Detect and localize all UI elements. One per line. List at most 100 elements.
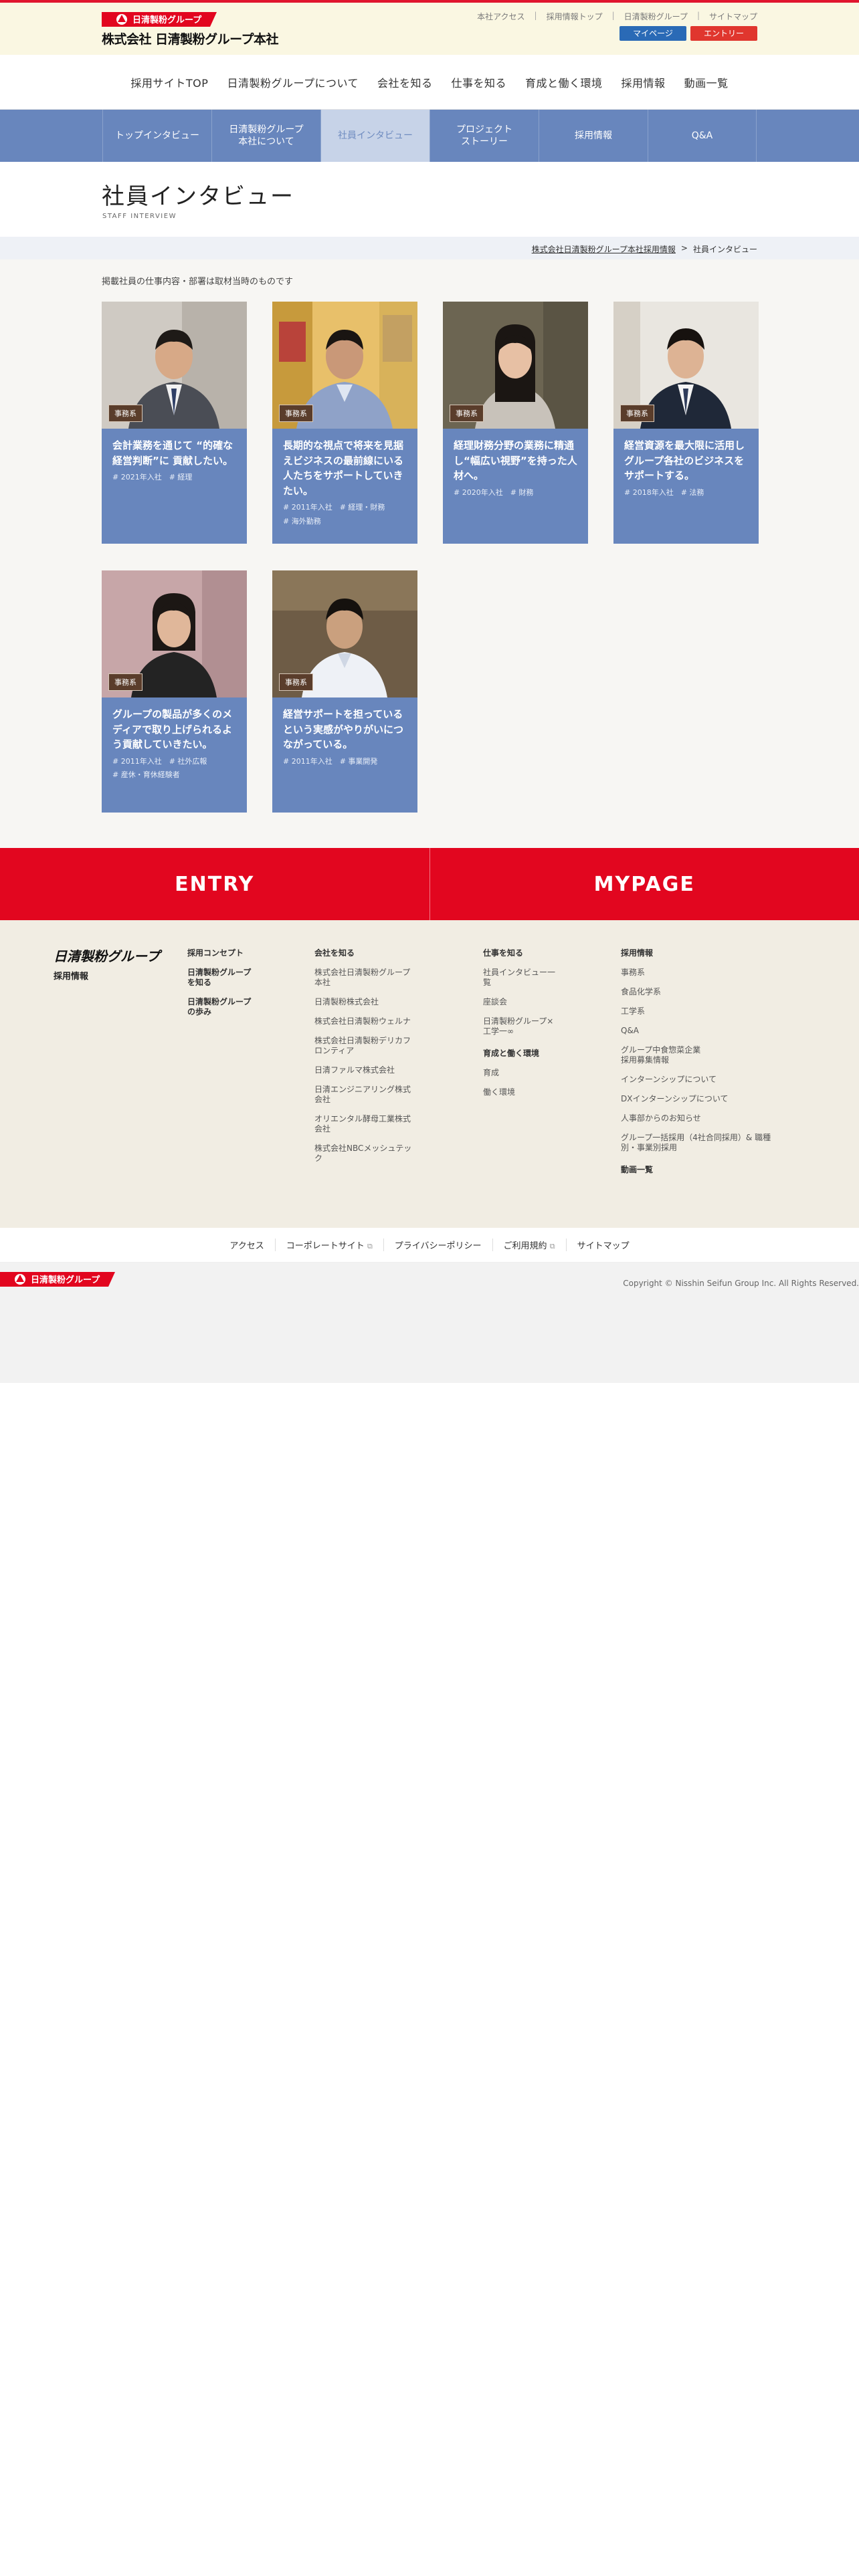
entry-banner-button[interactable]: ENTRY [0, 848, 430, 920]
copyright: Copyright © Nisshin Seifun Group Inc. Al… [623, 1279, 859, 1288]
gnav-recruit-info[interactable]: 採用情報 [612, 74, 675, 90]
group-logo-badge: 日清製粉グループ [102, 12, 217, 27]
mypage-button[interactable]: マイページ [619, 26, 686, 41]
footer-col-company: 会社を知る 株式会社日清製粉グループ 本社 日清製粉株式会社 株式会社日清製粉ウ… [314, 948, 442, 1173]
footer-link[interactable]: 日清製粉グループ× 工学一∞ [483, 1016, 597, 1037]
gnav-videos[interactable]: 動画一覧 [675, 74, 738, 90]
footer-link[interactable]: 日清製粉グループ の歩み [187, 997, 281, 1017]
footer-link[interactable]: 座談会 [483, 997, 597, 1007]
footer-link[interactable]: DXインターンシップについて [621, 1094, 808, 1104]
footer-link[interactable]: 採用コンセプト [187, 948, 281, 958]
legal-corporate-site[interactable]: コーポレートサイト ⧉ [274, 1239, 383, 1251]
gnav-work[interactable]: 仕事を知る [442, 74, 516, 90]
disclaimer-note: 掲載社員の仕事内容・部署は取材当時のものです [102, 277, 294, 287]
footer-link[interactable]: オリエンタル酵母工業株式 会社 [314, 1114, 442, 1134]
bottom-logo[interactable]: 日清製粉グループ [0, 1272, 115, 1287]
interview-card[interactable]: 事務系 グループの製品が多くのメディアで取り上げられるよう貢献していきたい。 #… [102, 570, 247, 813]
legal-access[interactable]: アクセス [219, 1239, 274, 1251]
footer-logo[interactable]: 日清製粉グループ 採用情報 [54, 946, 160, 982]
entry-button[interactable]: エントリー [690, 26, 757, 41]
legal-sitemap[interactable]: サイトマップ [565, 1239, 640, 1251]
footer-heading[interactable]: 仕事を知る [483, 948, 597, 958]
footer-link[interactable]: 事務系 [621, 968, 808, 978]
site-header: 日清製粉グループ 株式会社 日清製粉グループ本社 本社アクセス | 採用情報トップ… [0, 3, 859, 55]
subnav-qa[interactable]: Q&A [648, 110, 757, 162]
interview-card[interactable]: 事務系 長期的な視点で将来を見据えビジネスの最前線にいる人たちをサポートしていき… [272, 302, 417, 544]
footer-link[interactable]: 株式会社日清製粉グループ 本社 [314, 968, 442, 988]
footer-link[interactable]: 働く環境 [483, 1087, 597, 1097]
company-logo[interactable]: 日清製粉グループ 株式会社 日清製粉グループ本社 [102, 12, 278, 47]
footer-link[interactable]: 人事部からのお知らせ [621, 1113, 808, 1123]
breadcrumb: 株式会社日清製粉グループ本社採用情報 > 社員インタビュー [0, 237, 859, 259]
link-head-office-access[interactable]: 本社アクセス [468, 11, 534, 22]
footer-link[interactable]: Q&A [621, 1026, 808, 1036]
subnav-project-story[interactable]: プロジェクト ストーリー [430, 110, 539, 162]
card-title: 経理財務分野の業務に精通し“幅広い視野”を持った人材へ。 [454, 439, 577, 481]
footer-col-concept: 採用コンセプト 日清製粉グループ を知る 日清製粉グループ の歩み [187, 948, 281, 1027]
mypage-banner-button[interactable]: MYPAGE [430, 848, 859, 920]
subnav-about-head-office[interactable]: 日清製粉グループ 本社について [211, 110, 320, 162]
job-category-tag: 事務系 [108, 673, 142, 691]
legal-privacy-policy[interactable]: プライバシーポリシー [383, 1239, 492, 1251]
footer-link[interactable]: 株式会社NBCメッシュテッ ク [314, 1144, 442, 1164]
footer-link[interactable]: 社員インタビュー一 覧 [483, 968, 597, 988]
staff-photo: 事務系 [443, 302, 588, 429]
card-title: グループの製品が多くのメディアで取り上げられるよう貢献していきたい。 [112, 708, 233, 750]
footer-heading[interactable]: 育成と働く環境 [483, 1049, 597, 1059]
gnav-company[interactable]: 会社を知る [368, 74, 442, 90]
footer-col-recruit: 採用情報 事務系 食品化学系 工学系 Q&A グループ中食惣菜企業 採用募集情報… [621, 948, 808, 1184]
card-meta: # 2011年入社 # 事業開発 [283, 756, 378, 766]
footer-link[interactable]: インターンシップについて [621, 1075, 808, 1085]
sub-nav: トップインタビュー 日清製粉グループ 本社について 社員インタビュー プロジェク… [0, 110, 859, 162]
staff-photo: 事務系 [102, 570, 247, 697]
site-footer: 日清製粉グループ 採用情報 採用コンセプト 日清製粉グループ を知る 日清製粉グ… [0, 920, 859, 1228]
card-title: 経営サポートを担っているという実感がやりがいにつながっている。 [283, 708, 404, 750]
footer-heading[interactable]: 動画一覧 [621, 1165, 808, 1175]
footer-heading[interactable]: 採用情報 [621, 948, 808, 958]
footer-heading[interactable]: 会社を知る [314, 948, 442, 958]
card-meta: # 2021年入社 # 経理 [112, 473, 193, 481]
card-meta: # 2020年入社 # 財務 [454, 488, 534, 497]
footer-link[interactable]: 食品化学系 [621, 987, 808, 997]
footer-link[interactable]: グループ一括採用（4社合同採用）& 職種 別・事業別採用 [621, 1133, 808, 1153]
interview-card[interactable]: 事務系 経理財務分野の業務に精通し“幅広い視野”を持った人材へ。 # 2020年… [443, 302, 588, 544]
header-buttons: マイページ エントリー [619, 26, 757, 41]
footer-link[interactable]: 日清ファルマ株式会社 [314, 1065, 442, 1075]
legal-corporate-site-label: コーポレートサイト [286, 1241, 365, 1251]
company-name: 株式会社 日清製粉グループ本社 [102, 32, 278, 47]
job-category-tag: 事務系 [450, 405, 484, 422]
breadcrumb-home[interactable]: 株式会社日清製粉グループ本社採用情報 [532, 243, 676, 255]
card-title: 長期的な視点で将来を見据えビジネスの最前線にいる人たちをサポートしていきたい。 [283, 439, 404, 497]
footer-link[interactable]: グループ中食惣菜企業 採用募集情報 [621, 1045, 808, 1065]
page-title-area: 社員インタビュー STAFF INTERVIEW [0, 162, 859, 237]
gnav-training-environment[interactable]: 育成と働く環境 [516, 74, 612, 90]
card-title: 経営資源を最大限に活用しグループ各社のビジネスをサポートする。 [624, 439, 745, 481]
link-sitemap[interactable]: サイトマップ [700, 11, 757, 22]
subnav-top-interview[interactable]: トップインタビュー [102, 110, 211, 162]
footer-link[interactable]: 育成 [483, 1068, 597, 1078]
footer-logo-sub: 採用情報 [54, 972, 89, 982]
link-recruit-top[interactable]: 採用情報トップ [537, 11, 612, 22]
footer-link[interactable]: 株式会社日清製粉ウェルナ [314, 1016, 442, 1027]
footer-link[interactable]: 工学系 [621, 1006, 808, 1016]
interview-card[interactable]: 事務系 会計業務を通じて “的確な経営判断”に 貢献したい。 # 2021年入社… [102, 302, 247, 544]
card-meta: # 2011年入社 # 経理・財務 # 海外勤務 [283, 503, 385, 526]
interview-card[interactable]: 事務系 経営サポートを担っているという実感がやりがいにつながっている。 # 20… [272, 570, 417, 813]
card-meta: # 2018年入社 # 法務 [624, 488, 704, 497]
footer-link[interactable]: 日清製粉株式会社 [314, 997, 442, 1007]
breadcrumb-current: 社員インタビュー [692, 245, 757, 254]
gnav-about-group[interactable]: 日清製粉グループについて [217, 74, 368, 90]
card-title: 会計業務を通じて “的確な経営判断”に 貢献したい。 [112, 439, 233, 467]
interview-card[interactable]: 事務系 経営資源を最大限に活用しグループ各社のビジネスをサポートする。 # 20… [613, 302, 759, 544]
footer-link[interactable]: 日清エンジニアリング株式 会社 [314, 1085, 442, 1105]
footer-link[interactable]: 株式会社日清製粉デリカフ ロンティア [314, 1036, 442, 1056]
gnav-recruit-top[interactable]: 採用サイトTOP [121, 74, 217, 90]
job-category-tag: 事務系 [279, 673, 313, 691]
subnav-staff-interview[interactable]: 社員インタビュー [320, 110, 430, 162]
job-category-tag: 事務系 [108, 405, 142, 422]
link-nisshin-group[interactable]: 日清製粉グループ [615, 11, 697, 22]
subnav-recruit-info[interactable]: 採用情報 [539, 110, 648, 162]
footer-link[interactable]: 日清製粉グループ を知る [187, 968, 281, 988]
legal-terms-label: ご利用規約 [503, 1241, 547, 1251]
legal-terms[interactable]: ご利用規約 ⧉ [492, 1239, 566, 1251]
